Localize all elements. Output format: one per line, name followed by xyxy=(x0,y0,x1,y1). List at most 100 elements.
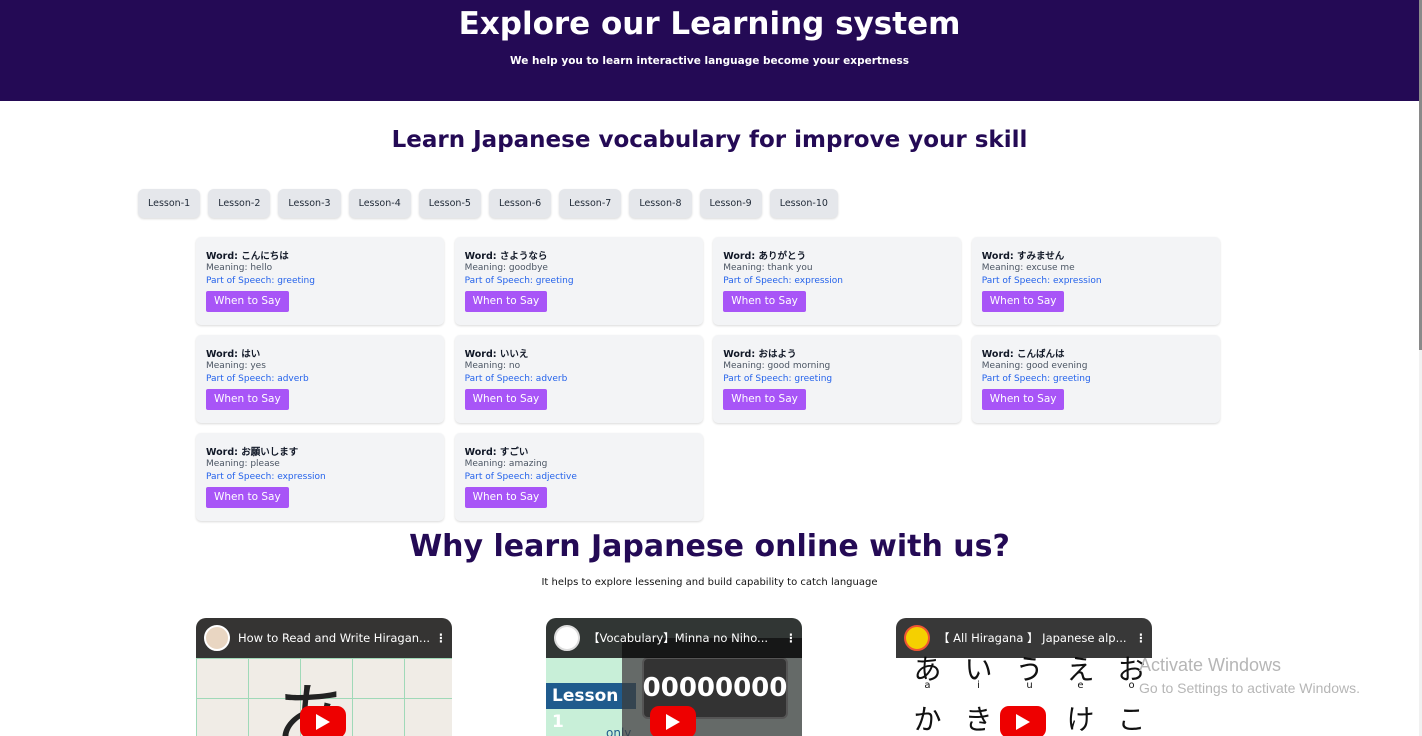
card-word: Word: お願いします xyxy=(206,447,299,458)
when-to-say-button[interactable]: When to Say xyxy=(723,388,806,410)
vocabulary-title: Learn Japanese vocabulary for improve yo… xyxy=(391,127,1028,153)
video-embed-vocabulary[interactable]: Lesson 1 only 00000000 【Vocabulary】Minna… xyxy=(546,618,802,736)
card-meaning: Meaning: please xyxy=(206,459,280,469)
vocab-card: Word: さようなら Meaning: goodbye Part of Spe… xyxy=(454,237,703,325)
lesson-button-2[interactable]: Lesson-2 xyxy=(208,189,271,218)
vocabulary-cards: Word: こんにちは Meaning: hello Part of Speec… xyxy=(196,237,1220,521)
romaji-char: a xyxy=(924,680,931,691)
play-button[interactable] xyxy=(300,706,346,736)
card-meaning: Meaning: excuse me xyxy=(981,263,1075,273)
card-meaning: Meaning: good evening xyxy=(981,361,1088,371)
vocab-card: Word: はい Meaning: yes Part of Speech: ad… xyxy=(196,335,444,423)
when-to-say-button[interactable]: When to Say xyxy=(464,486,548,508)
card-part-of-speech: Part of Speech: expression xyxy=(981,276,1102,286)
romaji-char: u xyxy=(1026,680,1033,691)
why-subtitle: It helps to explore lessening and build … xyxy=(541,577,878,588)
activate-windows-title: Activate Windows xyxy=(1139,655,1282,675)
play-button[interactable] xyxy=(650,706,696,736)
kana-char: こ xyxy=(1117,703,1146,736)
lesson-button-5[interactable]: Lesson-5 xyxy=(418,189,481,218)
vocab-card: Word: お願いします Meaning: please Part of Spe… xyxy=(196,433,444,521)
video-embed-all-hiragana[interactable]: あ い う え お a i u e o か き く け こ 【 All Hira… xyxy=(896,618,1152,736)
romaji-char: i xyxy=(977,680,980,691)
card-word: Word: すごい xyxy=(464,447,529,458)
lesson-button-1[interactable]: Lesson-1 xyxy=(138,189,201,218)
vocab-card: Word: こんばんは Meaning: good evening Part o… xyxy=(971,335,1220,423)
card-part-of-speech: Part of Speech: adverb xyxy=(206,374,309,384)
video-title[interactable]: 【Vocabulary】Minna no Niho... xyxy=(588,630,780,646)
romaji-row-1: a i u e o xyxy=(902,680,1152,691)
card-word: Word: ありがとう xyxy=(723,251,806,262)
why-title: Why learn Japanese online with us? xyxy=(409,529,1010,564)
when-to-say-button[interactable]: When to Say xyxy=(464,290,548,312)
card-meaning: Meaning: amazing xyxy=(464,459,548,469)
kana-char: け xyxy=(1066,703,1095,736)
card-meaning: Meaning: no xyxy=(464,361,521,371)
when-to-say-button[interactable]: When to Say xyxy=(206,388,289,410)
play-icon xyxy=(666,714,680,730)
more-options-icon[interactable]: ⋮ xyxy=(1130,631,1152,645)
vocab-card: Word: いいえ Meaning: no Part of Speech: ad… xyxy=(454,335,703,423)
card-part-of-speech: Part of Speech: adjective xyxy=(464,472,577,482)
card-part-of-speech: Part of Speech: expression xyxy=(723,276,843,286)
lesson-button-4[interactable]: Lesson-4 xyxy=(348,189,411,218)
kana-char: か xyxy=(913,703,942,736)
card-word: Word: こんにちは xyxy=(206,251,289,262)
play-icon xyxy=(316,714,330,730)
card-word: Word: すみません xyxy=(981,251,1065,262)
lesson-button-6[interactable]: Lesson-6 xyxy=(488,189,552,218)
channel-avatar[interactable] xyxy=(904,625,930,651)
card-meaning: Meaning: goodbye xyxy=(464,263,548,273)
card-word: Word: はい xyxy=(206,349,261,360)
card-meaning: Meaning: thank you xyxy=(723,263,813,273)
more-options-icon[interactable]: ⋮ xyxy=(430,631,452,645)
card-meaning: Meaning: hello xyxy=(206,263,273,273)
video-title[interactable]: How to Read and Write Hiragan... xyxy=(238,631,430,645)
card-meaning: Meaning: yes xyxy=(206,361,266,371)
video-embed-hiragana-writing[interactable]: あ How to Read and Write Hiragan... ⋮ xyxy=(196,618,452,736)
lesson-button-3[interactable]: Lesson-3 xyxy=(278,189,341,218)
card-part-of-speech: Part of Speech: greeting xyxy=(981,374,1091,384)
vocab-card: Word: おはよう Meaning: good morning Part of… xyxy=(713,335,962,423)
when-to-say-button[interactable]: When to Say xyxy=(723,290,806,312)
when-to-say-button[interactable]: When to Say xyxy=(981,290,1065,312)
when-to-say-button[interactable]: When to Say xyxy=(464,388,548,410)
hero-banner: Explore our Learning system We help you … xyxy=(0,0,1419,101)
when-to-say-button[interactable]: When to Say xyxy=(981,388,1065,410)
card-part-of-speech: Part of Speech: greeting xyxy=(206,276,315,286)
vocab-card: Word: すごい Meaning: amazing Part of Speec… xyxy=(454,433,703,521)
when-to-say-button[interactable]: When to Say xyxy=(206,290,289,312)
play-button[interactable] xyxy=(1000,706,1046,736)
lesson-tabs: Lesson-1 Lesson-2 Lesson-3 Lesson-4 Less… xyxy=(138,189,838,218)
vocab-card: Word: こんにちは Meaning: hello Part of Speec… xyxy=(196,237,444,325)
video-title-bar: How to Read and Write Hiragan... ⋮ xyxy=(196,618,452,658)
when-to-say-button[interactable]: When to Say xyxy=(206,486,289,508)
vocab-card: Word: すみません Meaning: excuse me Part of S… xyxy=(971,237,1220,325)
card-meaning: Meaning: good morning xyxy=(723,361,831,371)
card-word: Word: こんばんは xyxy=(981,349,1065,360)
lesson-button-9[interactable]: Lesson-9 xyxy=(699,189,762,218)
video-title-bar: 【 All Hiragana 】 Japanese alp... ⋮ xyxy=(896,618,1152,658)
page: Explore our Learning system We help you … xyxy=(0,0,1422,736)
channel-avatar[interactable] xyxy=(204,625,230,651)
lesson-button-8[interactable]: Lesson-8 xyxy=(629,189,692,218)
card-word: Word: おはよう xyxy=(723,349,797,360)
card-word: Word: いいえ xyxy=(464,349,529,360)
hero-title: Explore our Learning system xyxy=(458,6,961,42)
activate-windows-subtitle: Go to Settings to activate Windows. xyxy=(1139,680,1360,696)
card-word: Word: さようなら xyxy=(464,251,548,262)
channel-avatar[interactable] xyxy=(554,625,580,651)
lesson-button-10[interactable]: Lesson-10 xyxy=(769,189,838,218)
kana-char: き xyxy=(964,703,993,736)
more-options-icon[interactable]: ⋮ xyxy=(780,631,802,645)
card-part-of-speech: Part of Speech: greeting xyxy=(723,374,833,384)
play-icon xyxy=(1016,714,1030,730)
card-part-of-speech: Part of Speech: expression xyxy=(206,472,326,482)
card-part-of-speech: Part of Speech: adverb xyxy=(464,374,568,384)
lesson-button-7[interactable]: Lesson-7 xyxy=(559,189,622,218)
vocab-card: Word: ありがとう Meaning: thank you Part of S… xyxy=(713,237,962,325)
romaji-char: e xyxy=(1077,680,1084,691)
video-title[interactable]: 【 All Hiragana 】 Japanese alp... xyxy=(938,630,1130,646)
video-title-bar: 【Vocabulary】Minna no Niho... ⋮ xyxy=(546,618,802,658)
hero-subtitle: We help you to learn interactive languag… xyxy=(510,55,909,67)
